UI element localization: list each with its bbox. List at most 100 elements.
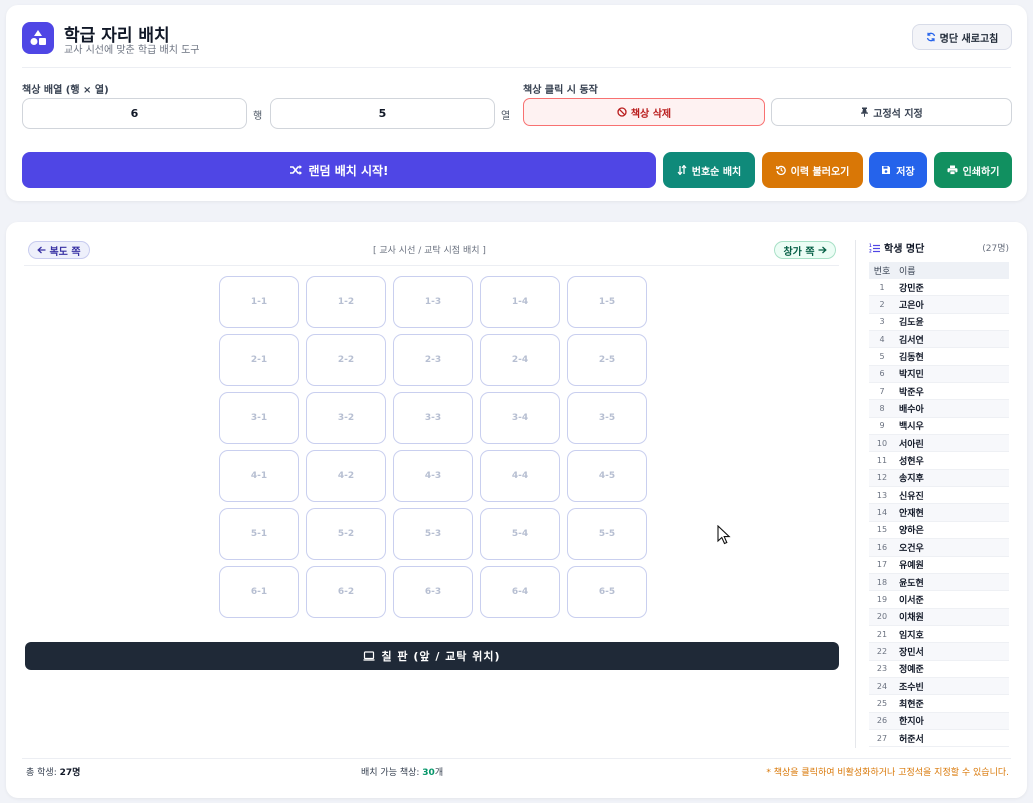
roster-row: 17 유예원 [869, 557, 1009, 574]
arrow-right-icon [818, 246, 827, 254]
student-number: 15 [876, 525, 888, 535]
desk[interactable]: 5-3 [393, 508, 473, 560]
student-name: 한지아 [899, 717, 924, 728]
divider [22, 67, 1011, 68]
available-desks-label: 배치 가능 책상: [361, 768, 423, 778]
student-name: 김도윤 [899, 318, 924, 329]
desk[interactable]: 1-2 [306, 276, 386, 328]
student-number: 9 [879, 421, 885, 431]
roster-row: 4 김서연 [869, 331, 1009, 349]
student-name: 김동현 [899, 353, 924, 364]
student-name: 윤도현 [899, 578, 924, 589]
desk[interactable]: 2-5 [567, 334, 647, 386]
desk[interactable]: 2-4 [480, 334, 560, 386]
cols-input[interactable]: 5 [270, 98, 495, 129]
student-number: 5 [879, 352, 885, 362]
roster-row: 13 신유진 [869, 487, 1009, 505]
desk[interactable]: 6-3 [393, 566, 473, 618]
desk-grid: 1-1 1-2 1-3 1-4 1-5 2-1 2-2 2-3 2-4 2-5 3-1 3-2 3-3 3… [219, 276, 647, 618]
desk[interactable]: 3-1 [219, 392, 299, 444]
available-desks-value: 30 [422, 768, 435, 778]
desk[interactable]: 1-4 [480, 276, 560, 328]
desk[interactable]: 2-2 [306, 334, 386, 386]
hallway-side-text: 복도 쪽 [49, 246, 81, 258]
desk[interactable]: 3-4 [480, 392, 560, 444]
roster-row: 22 장민서 [869, 643, 1009, 661]
student-name: 안재현 [899, 509, 924, 520]
app-subtitle: 교사 시선에 맞춘 학급 배치 도구 [64, 45, 200, 56]
click-mode-label: 책상 클릭 시 동작 [523, 85, 598, 96]
ban-icon [617, 107, 627, 117]
desk[interactable]: 4-1 [219, 450, 299, 502]
desk[interactable]: 3-3 [393, 392, 473, 444]
student-name: 배수아 [899, 405, 924, 416]
student-number: 23 [876, 664, 888, 674]
desk[interactable]: 6-4 [480, 566, 560, 618]
student-number: 4 [879, 334, 885, 344]
footer-note: * 책상을 클릭하여 비활성화하거나 고정석을 지정할 수 있습니다. [766, 768, 1009, 778]
student-name: 최현준 [899, 699, 924, 710]
student-number: 3 [879, 317, 885, 327]
cols-unit: 열 [501, 111, 511, 122]
desk[interactable]: 4-2 [306, 450, 386, 502]
window-side-label: 창가 쪽 [774, 241, 836, 259]
hallway-side-label: 복도 쪽 [28, 241, 90, 259]
available-desks: 배치 가능 책상: 30개 [361, 765, 443, 778]
roster-header: 번호 이름 [869, 262, 1009, 279]
desk[interactable]: 5-2 [306, 508, 386, 560]
blackboard: 칠 판 (앞 / 교탁 위치) [25, 642, 839, 670]
desk[interactable]: 5-5 [567, 508, 647, 560]
random-seat-button[interactable]: 랜덤 배치 시작! [22, 152, 656, 188]
save-button[interactable]: 저장 [869, 152, 927, 188]
desk[interactable]: 1-5 [567, 276, 647, 328]
fixed-seat-mode-button[interactable]: 고정석 지정 [771, 98, 1012, 126]
roster-row: 25 최현준 [869, 695, 1009, 713]
student-name: 박지민 [899, 370, 924, 381]
desk[interactable]: 3-5 [567, 392, 647, 444]
app-logo-icon [22, 22, 54, 54]
desk[interactable]: 5-1 [219, 508, 299, 560]
roster-row: 12 송지후 [869, 469, 1009, 488]
delete-desk-mode-button[interactable]: 책상 삭제 [523, 98, 765, 126]
student-number: 10 [876, 438, 888, 448]
desk[interactable]: 5-4 [480, 508, 560, 560]
total-students: 총 학생: 27명 [26, 765, 80, 778]
number-order-button[interactable]: 번호순 배치 [663, 152, 755, 188]
fixed-seat-label: 고정석 지정 [873, 108, 923, 120]
load-history-button[interactable]: 이력 불러오기 [762, 152, 863, 188]
desk[interactable]: 4-4 [480, 450, 560, 502]
delete-desk-label: 책상 삭제 [630, 108, 672, 120]
desk[interactable]: 4-5 [567, 450, 647, 502]
student-name: 조수빈 [899, 682, 924, 693]
desk[interactable]: 4-3 [393, 450, 473, 502]
desk[interactable]: 2-3 [393, 334, 473, 386]
student-name: 이서준 [899, 595, 924, 606]
student-number: 22 [876, 646, 888, 656]
desk[interactable]: 1-3 [393, 276, 473, 328]
student-number: 11 [876, 456, 888, 466]
refresh-roster-button[interactable]: 명단 새로고침 [912, 24, 1012, 50]
available-desks-unit: 개 [434, 768, 444, 778]
desk[interactable]: 2-1 [219, 334, 299, 386]
list-icon: 12 [869, 243, 880, 253]
rows-input[interactable]: 6 [22, 98, 247, 129]
student-name: 성현우 [899, 457, 924, 468]
print-button[interactable]: 인쇄하기 [934, 152, 1012, 188]
window-side-text: 창가 쪽 [783, 246, 815, 258]
desk[interactable]: 1-1 [219, 276, 299, 328]
desk[interactable]: 6-1 [219, 566, 299, 618]
roster-list: 1 강민준 2 고은아 3 김도윤 4 김서연 5 김동현 6 박지민 7 박준우 8 배수아 9 백시우 10 서아… [869, 279, 1009, 748]
student-number: 25 [876, 698, 888, 708]
desk[interactable]: 3-2 [306, 392, 386, 444]
student-name: 이채원 [899, 613, 924, 624]
roster-row: 8 배수아 [869, 400, 1009, 418]
student-number: 2 [879, 300, 885, 310]
roster-col-name: 이름 [899, 267, 916, 277]
mouse-cursor-icon [717, 525, 731, 545]
desk[interactable]: 6-5 [567, 566, 647, 618]
student-name: 신유진 [899, 491, 924, 502]
desk-layout-label: 책상 배열 (행 × 열) [22, 85, 109, 96]
desk[interactable]: 6-2 [306, 566, 386, 618]
arrow-left-icon [37, 246, 46, 254]
floppy-icon [881, 165, 891, 175]
